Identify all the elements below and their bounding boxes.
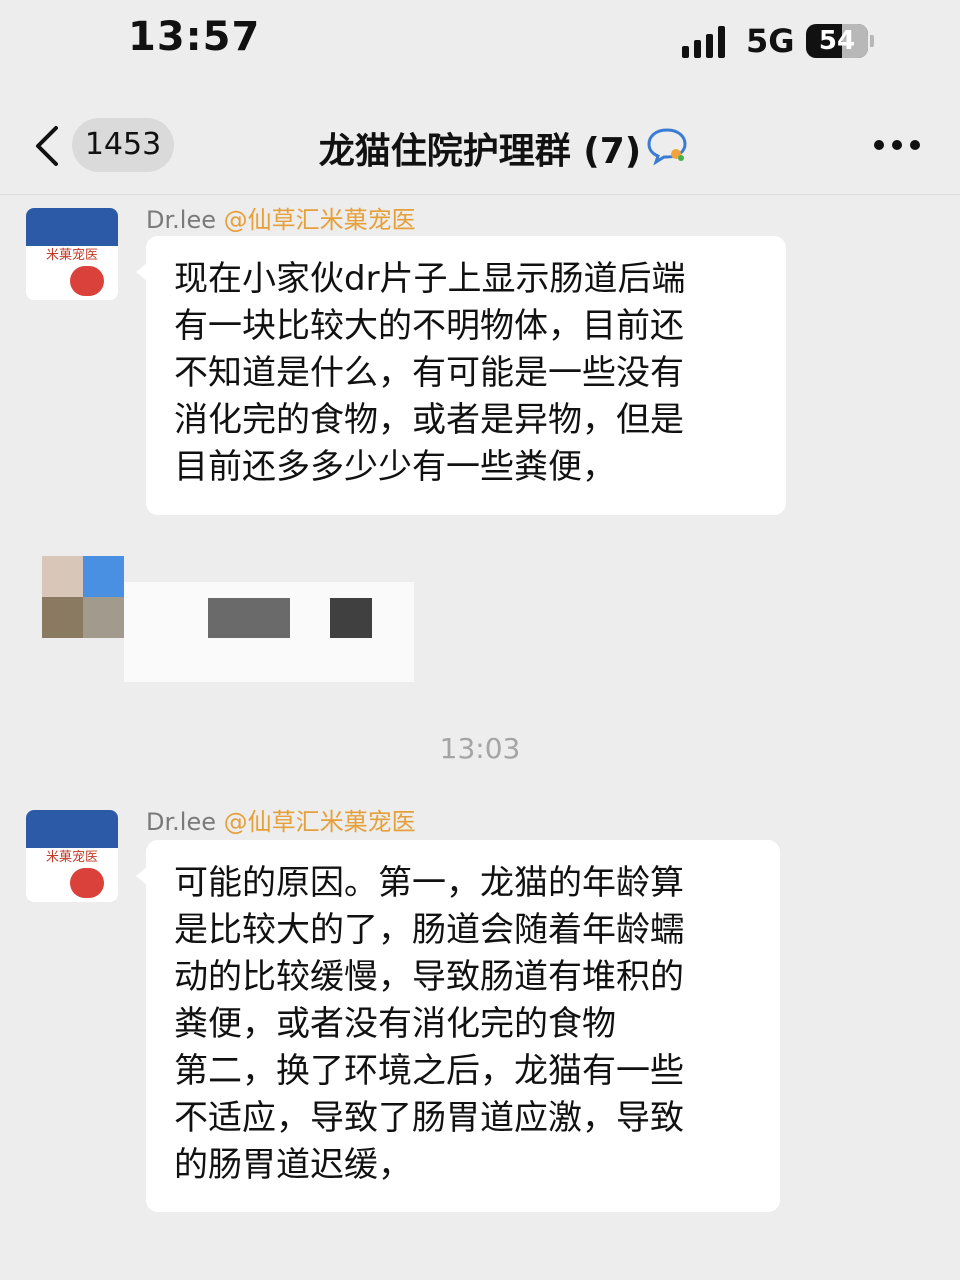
network-label: 5G: [746, 22, 795, 60]
sender-line: Dr.lee @仙草汇米菓宠医: [146, 200, 416, 235]
back-chevron-icon[interactable]: [30, 124, 70, 168]
sender-mention: @仙草汇米菓宠医: [223, 206, 416, 234]
blurred-message: [124, 582, 414, 682]
chat-bubble-icon[interactable]: [646, 126, 688, 166]
sender-mention: @仙草汇米菓宠医: [223, 808, 416, 836]
sender-line: Dr.lee @仙草汇米菓宠医: [146, 802, 416, 837]
avatar[interactable]: 米菓宠医: [26, 810, 118, 902]
sender-name: Dr.lee: [146, 206, 216, 234]
battery-icon: 54: [806, 24, 868, 58]
message-bubble[interactable]: 现在小家伙dr片子上显示肠道后端 有一块比较大的不明物体，目前还 不知道是什么，…: [136, 236, 786, 515]
time-separator: 13:03: [439, 732, 521, 765]
blurred-avatar: [42, 556, 124, 638]
nav-bar: 1453 龙猫住院护理群 (7): [0, 100, 960, 195]
avatar-text: 米菓宠医: [45, 850, 98, 865]
status-bar: 13:57 5G 54: [0, 0, 960, 90]
unread-count-badge[interactable]: 1453: [72, 118, 174, 172]
sender-name: Dr.lee: [146, 808, 216, 836]
signal-icon: [682, 26, 730, 58]
avatar[interactable]: 米菓宠医: [26, 208, 118, 300]
battery-level: 54: [818, 26, 856, 56]
battery-tip: [870, 35, 874, 47]
message-bubble[interactable]: 可能的原因。第一，龙猫的年龄算 是比较大的了，肠道会随着年龄蠕 动的比较缓慢，导…: [136, 840, 780, 1212]
status-time: 13:57: [128, 14, 261, 60]
more-dots-icon[interactable]: [874, 140, 920, 152]
avatar-text: 米菓宠医: [45, 248, 98, 263]
